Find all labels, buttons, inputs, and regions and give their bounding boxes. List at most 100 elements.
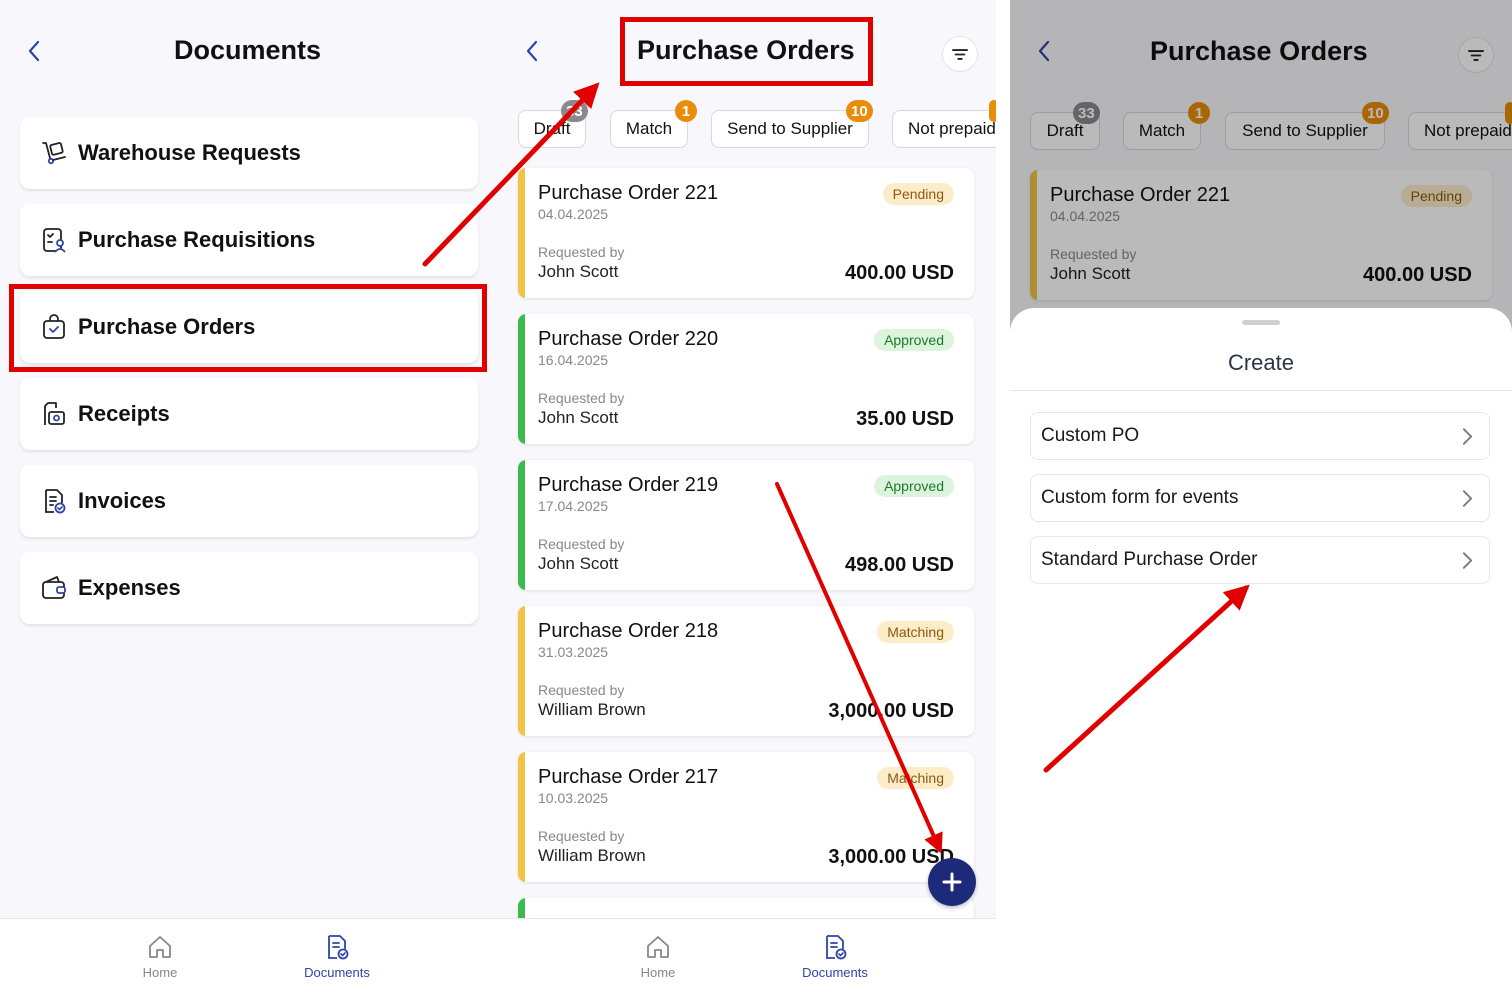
status-badge: Matching [877,767,954,789]
tab-badge: 1 [675,100,697,122]
option-standard-purchase-order[interactable]: Standard Purchase Order [1030,536,1490,584]
order-amount: 498.00 USD [845,554,954,576]
tab-match[interactable]: Match 1 [610,100,697,148]
requester-name: John Scott [538,262,619,281]
tab-not-prepaid[interactable]: Not prepaid [892,100,996,148]
requested-by-label: Requested by [538,828,625,844]
order-amount: 3,000.00 USD [828,700,954,722]
wallet-icon [40,574,68,602]
create-sheet-screen: Purchase Orders Draft 33 Match 1 Send to… [1010,0,1512,1000]
nav-label: Documents [304,965,370,980]
page-title: Documents [174,35,322,65]
order-amount: 35.00 USD [856,408,954,430]
nav-documents[interactable]: Documents [780,933,890,980]
status-badge: Approved [874,475,954,497]
tab-badge: 10 [846,100,873,122]
order-date: 10.03.2025 [538,790,609,806]
nav-label: Documents [802,965,868,980]
highlight-box-purchase-orders-title [620,17,873,86]
tab-send-to-supplier[interactable]: Send to Supplier 10 [711,100,873,148]
create-button[interactable] [928,858,976,906]
invoice-icon [40,487,68,515]
menu-item-invoices[interactable]: Invoices [20,465,478,537]
nav-home[interactable]: Home [105,933,215,980]
create-bottom-sheet: Create Custom PO Custom form for events … [1010,308,1512,1000]
order-date: 31.03.2025 [538,644,609,660]
documents-screen: Documents Warehouse Requests Purchase Re… [0,0,496,1000]
order-card[interactable]: Purchase Order 219 Approved 17.04.2025 R… [518,460,974,590]
filter-button[interactable] [942,36,978,72]
tab-label: Send to Supplier [727,119,853,138]
bottom-nav: Home Documents [496,918,996,1000]
order-title: Purchase Order 219 [538,474,719,496]
chevron-right-icon [1462,489,1473,507]
order-date: 17.04.2025 [538,498,609,514]
requested-by-label: Requested by [538,682,625,698]
order-title: Purchase Order 217 [538,766,719,788]
bottom-nav: Home Documents [0,918,496,1000]
chevron-left-icon [28,40,40,62]
sheet-title: Create [1227,350,1295,375]
highlight-box-purchase-orders-item [9,284,487,372]
nav-documents[interactable]: Documents [282,933,392,980]
chevron-left-icon [526,40,538,62]
menu-item-label: Expenses [78,575,181,600]
sheet-grabber[interactable] [1242,320,1280,325]
order-card[interactable]: Purchase Order 218 Matching 31.03.2025 R… [518,606,974,736]
document-check-icon [328,935,349,960]
menu-item-receipts[interactable]: Receipts [20,378,478,450]
status-bar [518,460,525,590]
tab-badge: 33 [561,100,588,122]
menu-item-purchase-requisitions[interactable]: Purchase Requisitions [20,204,478,276]
divider [1010,390,1512,391]
order-title: Purchase Order 221 [538,182,719,204]
tab-badge [989,100,996,122]
menu-item-warehouse-requests[interactable]: Warehouse Requests [20,117,478,189]
requested-by-label: Requested by [538,390,625,406]
back-button[interactable] [24,34,44,68]
order-amount: 400.00 USD [845,262,954,284]
status-badge: Approved [874,329,954,351]
nav-label: Home [142,965,178,980]
option-label: Custom form for events [1041,487,1239,508]
requisition-icon [40,226,68,254]
home-icon [149,936,171,958]
order-title: Purchase Order 218 [538,620,719,642]
menu-item-label: Purchase Requisitions [78,227,316,252]
status-bar [518,314,525,444]
menu-item-label: Warehouse Requests [78,140,301,165]
tab-draft[interactable]: Draft 33 [518,100,588,148]
nav-home[interactable]: Home [603,933,713,980]
tab-label: Draft [533,119,571,138]
chevron-right-icon [1462,551,1473,569]
requester-name: William Brown [538,700,646,719]
document-check-icon [826,935,847,960]
status-bar [518,606,525,736]
receipt-icon [40,400,68,428]
nav-label: Home [640,965,676,980]
status-badge: Pending [882,183,954,205]
menu-item-expenses[interactable]: Expenses [20,552,478,624]
home-icon [647,936,669,958]
back-button[interactable] [522,34,542,68]
requester-name: William Brown [538,846,646,865]
chevron-right-icon [1462,427,1473,445]
option-custom-form-for-events[interactable]: Custom form for events [1030,474,1490,522]
menu-item-label: Invoices [78,488,167,513]
status-tabs: Draft 33 Match 1 Send to Supplier 10 Not… [496,100,996,148]
option-custom-po[interactable]: Custom PO [1030,412,1490,460]
option-label: Standard Purchase Order [1041,549,1258,570]
option-label: Custom PO [1041,425,1140,446]
filter-icon [952,48,968,60]
requested-by-label: Requested by [538,244,625,260]
menu-item-label: Receipts [78,401,170,426]
order-card[interactable]: Purchase Order 220 Approved 16.04.2025 R… [518,314,974,444]
order-card[interactable]: Purchase Order 221 Pending 04.04.2025 Re… [518,168,974,298]
requester-name: John Scott [538,408,619,427]
requested-by-label: Requested by [538,536,625,552]
requester-name: John Scott [538,554,619,573]
tab-label: Not prepaid [908,119,996,138]
tab-label: Match [625,119,673,138]
order-date: 04.04.2025 [538,206,609,222]
order-card[interactable]: Purchase Order 217 Matching 10.03.2025 R… [518,752,974,882]
